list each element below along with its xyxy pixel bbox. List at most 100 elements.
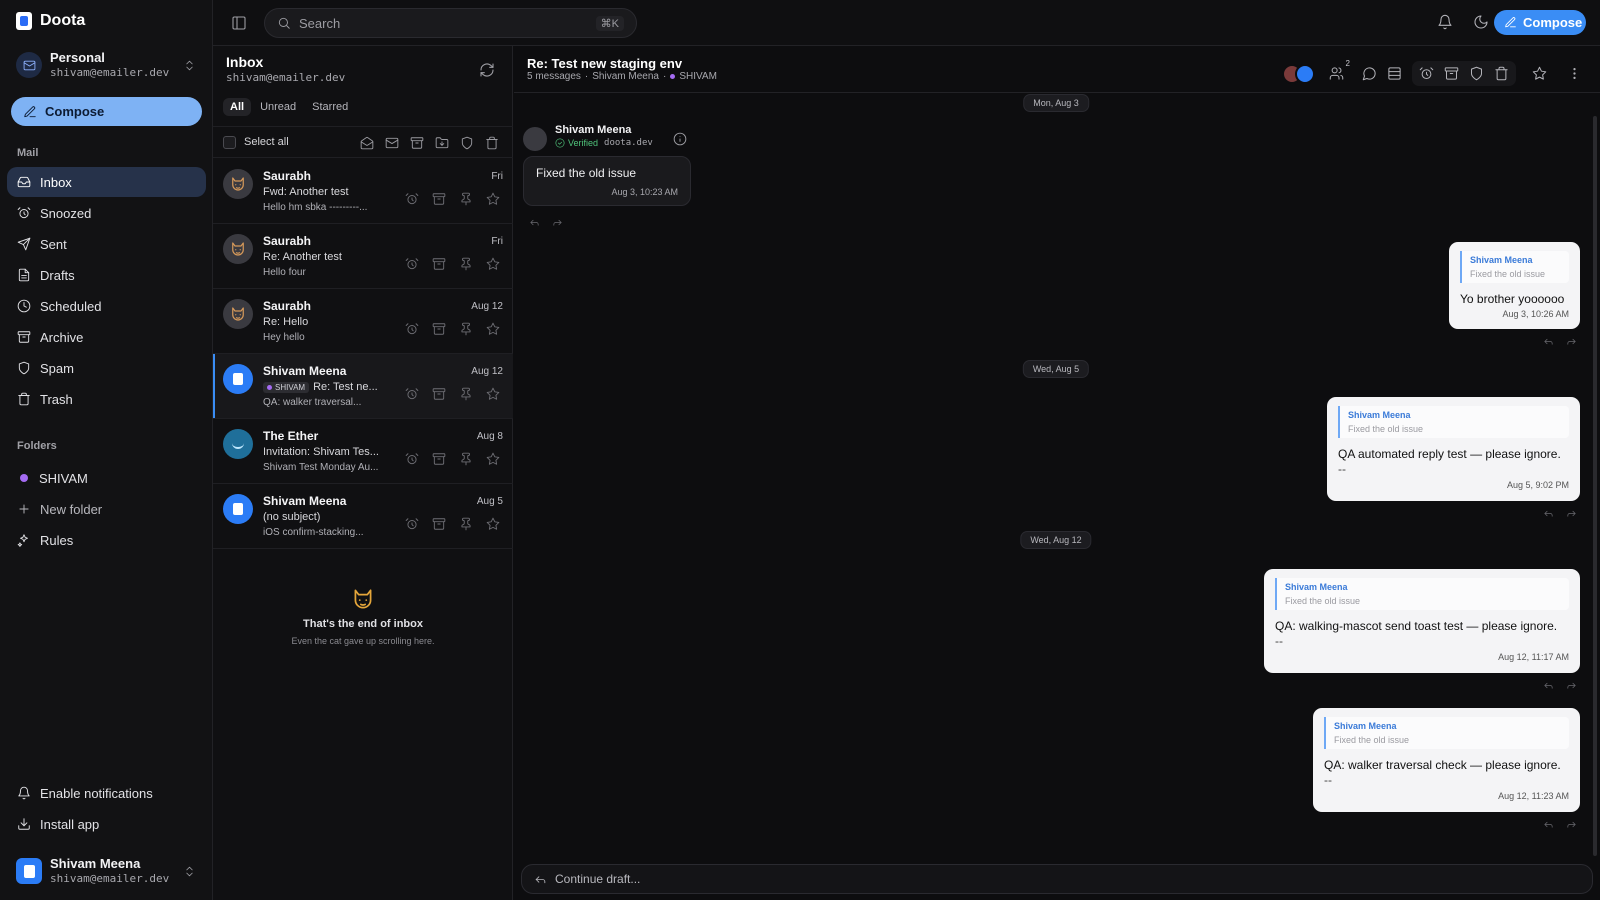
- forward-icon[interactable]: [1566, 336, 1577, 347]
- sidebar-item-snoozed[interactable]: Snoozed: [7, 198, 206, 228]
- list-item[interactable]: Saurabh Fri Re: Another test Hello four: [213, 224, 513, 289]
- star-icon[interactable]: [1532, 66, 1547, 81]
- mark-unread-icon[interactable]: [385, 136, 399, 150]
- snooze-icon[interactable]: [405, 517, 419, 531]
- archive-icon[interactable]: [432, 387, 446, 401]
- sidebar-item-spam[interactable]: Spam: [7, 353, 206, 383]
- snooze-icon[interactable]: [405, 322, 419, 336]
- archive-icon[interactable]: [432, 517, 446, 531]
- row-sender: Shivam Meena: [263, 494, 347, 508]
- pin-icon[interactable]: [459, 322, 473, 336]
- new-folder-button[interactable]: New folder: [7, 495, 206, 523]
- snooze-icon[interactable]: [405, 452, 419, 466]
- forward-icon[interactable]: [1566, 819, 1577, 830]
- sidebar-item-inbox[interactable]: Inbox: [7, 167, 206, 197]
- reply-icon[interactable]: [529, 217, 540, 228]
- participants-button[interactable]: 2: [1329, 59, 1350, 81]
- sidebar-item-sent[interactable]: Sent: [7, 229, 206, 259]
- brand[interactable]: Doota: [16, 12, 85, 30]
- account-switcher[interactable]: Personal shivam@emailer.dev: [12, 46, 200, 84]
- compose-label: Compose: [1523, 15, 1583, 30]
- message-bubble[interactable]: Fixed the old issue Aug 3, 10:23 AM: [523, 156, 691, 206]
- row-preview: Hello hm sbka ---------...: [263, 202, 368, 213]
- message-bubble[interactable]: Shivam Meena Fixed the old issue QA auto…: [1327, 397, 1580, 501]
- forward-icon[interactable]: [1566, 508, 1577, 519]
- snooze-icon[interactable]: [405, 192, 419, 206]
- search-bar[interactable]: ⌘K: [264, 8, 637, 38]
- sidebar-item-drafts[interactable]: Drafts: [7, 260, 206, 290]
- avatar: [223, 169, 253, 199]
- shield-icon[interactable]: [1469, 66, 1484, 81]
- tab-all[interactable]: All: [223, 98, 252, 116]
- sidebar-item-scheduled[interactable]: Scheduled: [7, 291, 206, 321]
- sidebar-item-rules[interactable]: Rules: [7, 526, 206, 554]
- mark-read-icon[interactable]: [360, 136, 374, 150]
- archive-icon[interactable]: [410, 136, 424, 150]
- archive-icon[interactable]: [432, 322, 446, 336]
- shield-icon[interactable]: [460, 136, 474, 150]
- reply-icon[interactable]: [1543, 819, 1554, 830]
- archive-icon[interactable]: [1444, 66, 1459, 81]
- archive-icon[interactable]: [432, 452, 446, 466]
- enable-notifications-button[interactable]: Enable notifications: [7, 779, 206, 807]
- sidebar-toggle-icon[interactable]: [231, 15, 247, 31]
- tab-unread[interactable]: Unread: [253, 98, 303, 116]
- pin-icon[interactable]: [459, 387, 473, 401]
- list-item[interactable]: Saurabh Aug 12 Re: Hello Hey hello: [213, 289, 513, 354]
- star-icon[interactable]: [486, 387, 500, 401]
- list-item[interactable]: Shivam Meena Aug 5 (no subject) iOS conf…: [213, 484, 513, 549]
- list-item[interactable]: Shivam Meena Aug 12 SHIVAM Re: Test ne..…: [213, 354, 513, 419]
- sidebar-item-archive[interactable]: Archive: [7, 322, 206, 352]
- trash-icon[interactable]: [1494, 66, 1509, 81]
- list-item[interactable]: The Ether Aug 8 Invitation: Shivam Tes..…: [213, 419, 513, 484]
- avatar: [523, 127, 547, 151]
- scrollbar[interactable]: [1593, 116, 1597, 856]
- snooze-icon[interactable]: [405, 257, 419, 271]
- tab-starred[interactable]: Starred: [305, 98, 355, 116]
- pin-icon[interactable]: [459, 257, 473, 271]
- forward-icon[interactable]: [1566, 680, 1577, 691]
- search-input[interactable]: [299, 15, 588, 31]
- star-icon[interactable]: [486, 192, 500, 206]
- message-bubble[interactable]: Shivam Meena Fixed the old issue QA: wal…: [1313, 708, 1580, 812]
- archive-icon[interactable]: [432, 192, 446, 206]
- list-item[interactable]: Saurabh Fri Fwd: Another test Hello hm s…: [213, 159, 513, 224]
- list-view-icon[interactable]: [1387, 66, 1402, 81]
- star-icon[interactable]: [486, 452, 500, 466]
- reply-icon[interactable]: [1543, 508, 1554, 519]
- forward-icon[interactable]: [552, 217, 563, 228]
- continue-draft-button[interactable]: Continue draft...: [521, 864, 1593, 894]
- move-folder-icon[interactable]: [435, 136, 449, 150]
- trash-icon[interactable]: [485, 136, 499, 150]
- refresh-icon[interactable]: [479, 62, 495, 78]
- quote-sender: Shivam Meena: [1334, 721, 1397, 731]
- sidebar-folder-shivam[interactable]: SHIVAM: [7, 464, 206, 492]
- info-icon[interactable]: [673, 132, 687, 146]
- star-icon[interactable]: [486, 517, 500, 531]
- compose-button[interactable]: Compose: [11, 97, 202, 126]
- pin-icon[interactable]: [459, 517, 473, 531]
- compose-top-button[interactable]: Compose: [1494, 10, 1586, 35]
- sidebar-item-trash[interactable]: Trash: [7, 384, 206, 414]
- reply-icon[interactable]: [1543, 336, 1554, 347]
- archive-icon[interactable]: [432, 257, 446, 271]
- message-bubble[interactable]: Shivam Meena Fixed the old issue Yo brot…: [1449, 242, 1580, 329]
- snooze-icon[interactable]: [1419, 66, 1434, 81]
- more-vertical-icon[interactable]: [1567, 66, 1582, 81]
- pin-icon[interactable]: [459, 192, 473, 206]
- moon-icon[interactable]: [1473, 14, 1489, 30]
- user-menu[interactable]: Shivam Meena shivam@emailer.dev: [12, 853, 200, 889]
- reply-icon[interactable]: [1543, 680, 1554, 691]
- snooze-icon[interactable]: [405, 387, 419, 401]
- star-icon[interactable]: [486, 322, 500, 336]
- pin-icon[interactable]: [459, 452, 473, 466]
- chat-view-icon[interactable]: [1362, 66, 1377, 81]
- thread-label: SHIVAM: [679, 71, 717, 82]
- select-all-checkbox[interactable]: [223, 135, 236, 149]
- bell-icon[interactable]: [1437, 14, 1453, 30]
- star-icon[interactable]: [486, 257, 500, 271]
- participant-avatars[interactable]: [1282, 63, 1315, 84]
- install-app-button[interactable]: Install app: [7, 810, 206, 838]
- row-date: Aug 12: [471, 366, 503, 377]
- message-bubble[interactable]: Shivam Meena Fixed the old issue QA: wal…: [1264, 569, 1580, 673]
